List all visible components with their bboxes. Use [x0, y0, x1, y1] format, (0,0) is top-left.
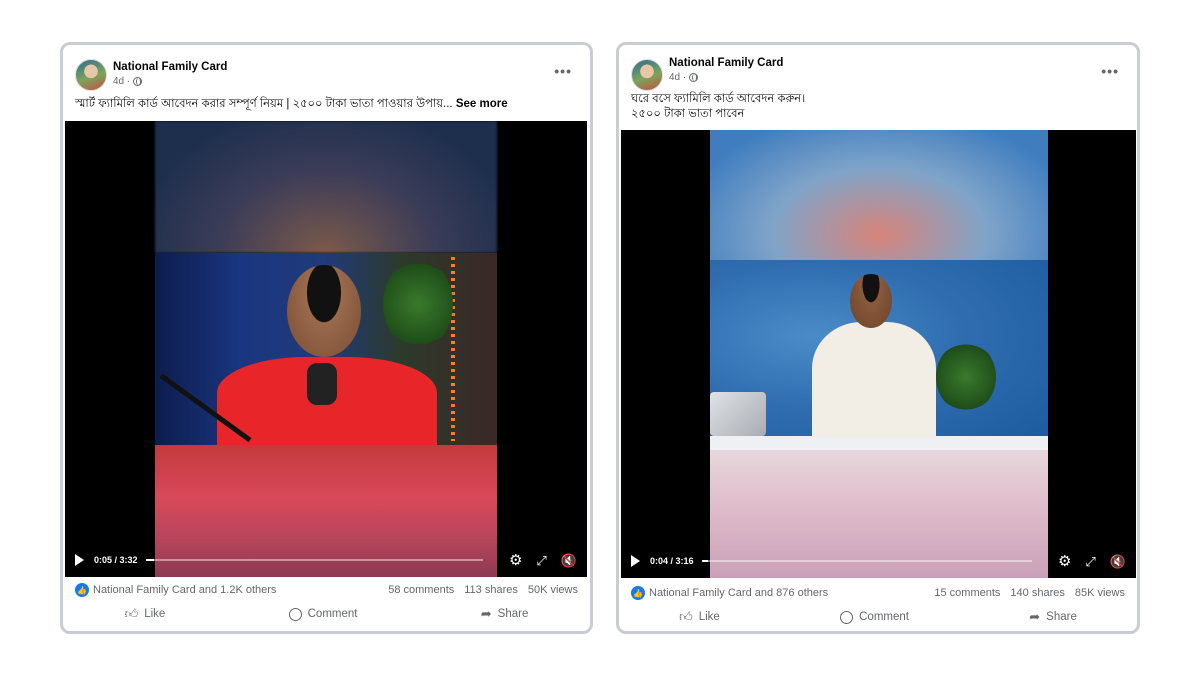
comment-icon	[840, 610, 854, 624]
person-body	[812, 322, 936, 438]
video-frame	[710, 130, 1048, 578]
video-player[interactable]: 0:05 / 3:32 ⚙ ⤢ 🔇	[65, 121, 587, 577]
person-head	[287, 265, 361, 357]
laptop	[710, 392, 766, 436]
blurred-region	[155, 121, 497, 253]
page-avatar[interactable]	[631, 59, 663, 91]
video-time: 0:05 / 3:32	[94, 555, 138, 565]
progress-fill	[145, 559, 154, 561]
blurred-region	[710, 130, 1048, 260]
like-label: Like	[144, 608, 166, 620]
comment-label: Comment	[859, 611, 909, 623]
facebook-post-2: National Family Card 4d · ••• ঘরে বসে ফ্…	[616, 42, 1140, 634]
share-icon: ➦	[1029, 609, 1041, 624]
desk	[710, 436, 1048, 450]
post-meta: 4d ·	[113, 76, 143, 87]
comment-button[interactable]: Comment	[840, 609, 909, 625]
video-time: 0:04 / 3:16	[650, 556, 694, 566]
like-button[interactable]: 👍︎ Like	[125, 606, 166, 622]
see-more-link[interactable]: See more	[456, 98, 508, 110]
comment-button[interactable]: Comment	[288, 606, 358, 622]
like-badge-icon: 👍	[631, 586, 645, 600]
mute-icon[interactable]: 🔇	[1110, 555, 1126, 568]
progress-bar[interactable]	[701, 560, 1032, 562]
globe-icon	[689, 73, 699, 82]
person-head	[850, 274, 892, 328]
video-controls: 0:05 / 3:32 ⚙ ⤢ 🔇	[65, 543, 587, 577]
share-label: Share	[497, 608, 529, 620]
globe-icon	[133, 77, 143, 86]
gear-icon[interactable]: ⚙	[1058, 554, 1071, 569]
post-time[interactable]: 4d ·	[669, 72, 686, 83]
gear-icon[interactable]: ⚙	[509, 553, 522, 568]
like-badge-icon: 👍	[75, 583, 89, 597]
play-icon[interactable]	[75, 554, 84, 566]
share-button[interactable]: ➦ Share	[481, 606, 529, 622]
post-time[interactable]: 4d ·	[113, 76, 130, 87]
video-player[interactable]: 0:04 / 3:16 ⚙ ⤢ 🔇	[621, 130, 1136, 578]
video-scene	[155, 253, 497, 447]
progress-bar[interactable]	[145, 559, 483, 561]
share-count[interactable]: 140 shares	[1010, 587, 1064, 599]
caption-text: ২৫০০ টাকা ভাতা পাবেন	[631, 108, 745, 120]
caption-text: ঘরে বসে ফ্যামিলি কার্ড আবেদন করুন।	[631, 93, 806, 105]
comment-count[interactable]: 58 comments	[388, 584, 454, 596]
view-count: 85K views	[1074, 587, 1125, 599]
plant	[383, 259, 453, 349]
mute-icon[interactable]: 🔇	[561, 554, 577, 567]
plant	[936, 342, 996, 412]
comment-count[interactable]: 15 comments	[934, 587, 1000, 599]
post-stats: 👍 National Family Card and 1.2K others 5…	[75, 583, 578, 597]
thumbs-up-icon: 👍︎	[679, 609, 693, 624]
page-name[interactable]: National Family Card	[669, 57, 783, 69]
led-lights	[451, 257, 455, 441]
more-options-icon[interactable]: •••	[554, 63, 572, 79]
like-label: Like	[698, 611, 720, 623]
post-meta: 4d ·	[669, 72, 699, 83]
share-label: Share	[1046, 611, 1077, 623]
play-icon[interactable]	[631, 555, 640, 567]
expand-icon[interactable]: ⤢	[536, 554, 546, 567]
comment-icon	[288, 607, 302, 621]
expand-icon[interactable]: ⤢	[1085, 555, 1095, 568]
reactors-text[interactable]: National Family Card and 876 others	[649, 587, 924, 599]
share-count[interactable]: 113 shares	[464, 584, 518, 596]
like-button[interactable]: 👍︎ Like	[679, 609, 720, 625]
comment-label: Comment	[307, 608, 358, 620]
caption-text: স্মার্ট ফ্যামিলি কার্ড আবেদন করার সম্পূর…	[75, 98, 453, 110]
post-caption: স্মার্ট ফ্যামিলি কার্ড আবেদন করার সম্পূর…	[75, 97, 508, 112]
post-stats: 👍 National Family Card and 876 others 15…	[631, 586, 1125, 600]
post-actions: 👍︎ Like Comment ➦ Share	[63, 606, 590, 622]
page-name[interactable]: National Family Card	[113, 61, 227, 73]
video-scene	[710, 260, 1048, 450]
thumbs-up-icon: 👍︎	[124, 606, 139, 621]
share-icon: ➦	[480, 606, 492, 621]
post-caption: ঘরে বসে ফ্যামিলি কার্ড আবেদন করুন। ২৫০০ …	[631, 92, 805, 122]
reactors-text[interactable]: National Family Card and 1.2K others	[93, 584, 378, 596]
video-controls: 0:04 / 3:16 ⚙ ⤢ 🔇	[621, 544, 1136, 578]
share-button[interactable]: ➦ Share	[1029, 609, 1077, 625]
video-frame	[155, 121, 497, 577]
page-avatar[interactable]	[75, 59, 107, 91]
more-options-icon[interactable]: •••	[1101, 63, 1119, 79]
post-actions: 👍︎ Like Comment ➦ Share	[619, 609, 1137, 625]
microphone	[307, 363, 337, 405]
view-count: 50K views	[527, 584, 578, 596]
facebook-post-1: National Family Card 4d · ••• স্মার্ট ফ্…	[60, 42, 593, 634]
progress-fill	[701, 560, 709, 562]
